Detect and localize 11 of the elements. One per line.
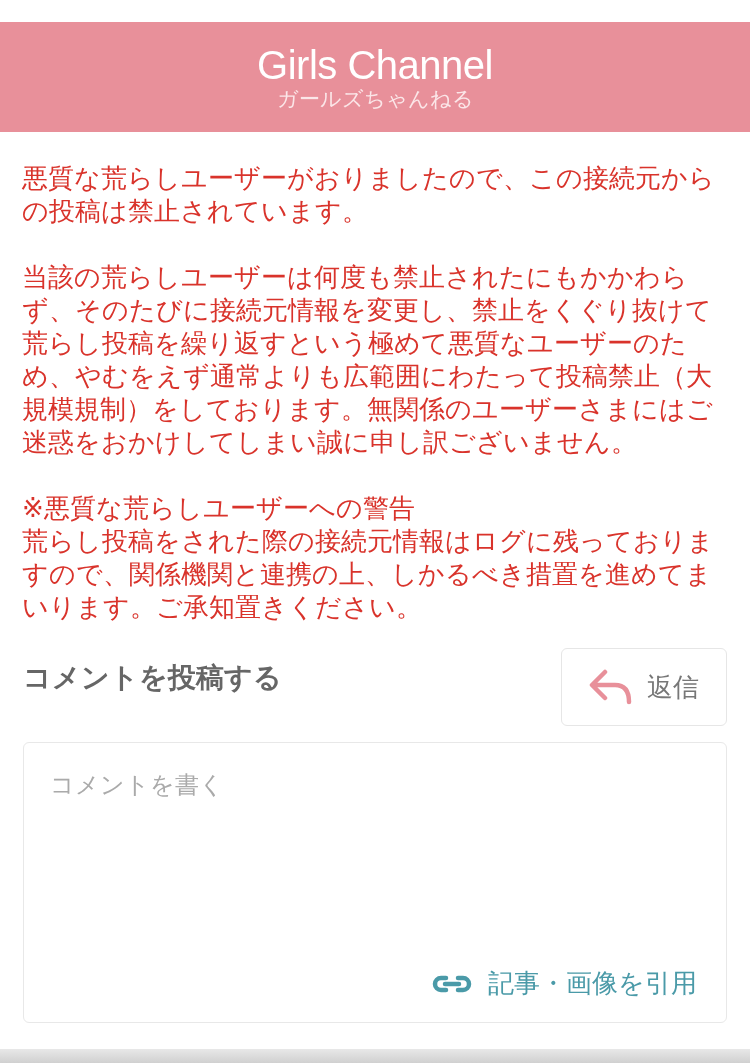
warning-title: ※悪質な荒らしユーザーへの警告	[22, 492, 416, 525]
notice-paragraph: 悪質な荒らしユーザーがおりましたので、この接続元からの投稿は禁止されています。	[22, 162, 716, 228]
section-title: コメントを投稿する	[23, 661, 282, 695]
reply-arrow-icon	[589, 669, 633, 705]
link-icon	[432, 974, 472, 993]
notice-paragraph: 当該の荒らしユーザーは何度も禁止されたにもかかわらず、そのたびに接続元情報を変更し、禁止をくぐり抜けて荒らし投稿を繰り返すという極めて悪質なユーザーのため、やむをえず通常よりも広範囲にわたって投稿禁止（大規模規制）をしております。無関係のユーザーさまにはご迷惑をおかけしてしまい誠に申し訳ございません。	[22, 261, 714, 459]
quote-link[interactable]: 記事・画像を引用	[432, 966, 697, 1001]
site-logo[interactable]: Girls Channel	[257, 43, 493, 87]
site-subtitle: ガールズちゃんねる	[276, 87, 474, 111]
reply-button[interactable]: 返信	[561, 648, 727, 726]
warning-paragraph: 荒らし投稿をされた際の接続元情報はログに残っておりますので、関係機関と連携の上、しかるべき措置を進めてまいります。ご承知置きください。	[22, 525, 715, 624]
